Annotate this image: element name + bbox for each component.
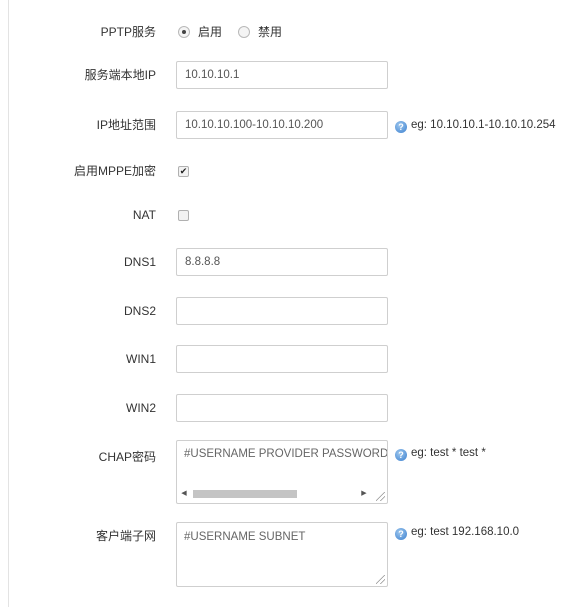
pptp-service-label: PPTP服务 bbox=[100, 25, 156, 39]
nat-label: NAT bbox=[132, 208, 156, 222]
ip-range-help: ? eg: 10.10.10.1-10.10.10.254 bbox=[395, 117, 556, 133]
ip-range-help-text: eg: 10.10.10.1-10.10.10.254 bbox=[411, 119, 556, 131]
help-icon: ? bbox=[395, 528, 407, 540]
dns1-input[interactable]: 8.8.8.8 bbox=[176, 248, 388, 276]
client-subnet-help-text: eg: test 192.168.10.0 bbox=[411, 526, 520, 538]
client-subnet-label: 客户端子网 bbox=[95, 529, 156, 543]
help-icon: ? bbox=[395, 121, 407, 133]
win1-label: WIN1 bbox=[126, 352, 156, 366]
chap-label: CHAP密码 bbox=[98, 450, 156, 464]
server-local-ip-label: 服务端本地IP bbox=[84, 68, 156, 82]
mppe-label: 启用MPPE加密 bbox=[73, 164, 156, 178]
scroll-thumb[interactable] bbox=[193, 490, 297, 498]
chap-textarea-value: #USERNAME PROVIDER PASSWORD IPADDRESS bbox=[184, 448, 388, 460]
chap-textarea[interactable]: #USERNAME PROVIDER PASSWORD IPADDRESS ◀ … bbox=[176, 440, 388, 504]
dns2-label: DNS2 bbox=[123, 304, 156, 318]
panel-left-border bbox=[8, 0, 9, 607]
chap-horizontal-scrollbar[interactable]: ◀ ▶ bbox=[177, 487, 373, 501]
resize-grip-icon[interactable] bbox=[376, 492, 385, 501]
checkmark-icon: ✔ bbox=[179, 166, 188, 176]
ip-range-label: IP地址范围 bbox=[96, 118, 156, 132]
chap-help-text: eg: test * test * bbox=[411, 447, 486, 459]
ip-range-input[interactable]: 10.10.10.100-10.10.10.200 bbox=[176, 111, 388, 139]
mppe-checkbox[interactable]: ✔ bbox=[178, 166, 189, 177]
win1-input[interactable] bbox=[176, 345, 388, 373]
win2-label: WIN2 bbox=[126, 401, 156, 415]
pptp-disable-label[interactable]: 禁用 bbox=[258, 24, 282, 40]
client-subnet-textarea[interactable]: #USERNAME SUBNET bbox=[176, 522, 388, 587]
client-subnet-help: ? eg: test 192.168.10.0 bbox=[395, 524, 519, 540]
chap-help: ? eg: test * test * bbox=[395, 445, 486, 461]
client-subnet-textarea-value: #USERNAME SUBNET bbox=[184, 531, 306, 543]
scroll-left-arrow-icon[interactable]: ◀ bbox=[179, 489, 189, 499]
pptp-enable-radio[interactable] bbox=[178, 26, 190, 38]
nat-checkbox[interactable] bbox=[178, 210, 189, 221]
resize-grip-icon[interactable] bbox=[376, 575, 385, 584]
pptp-disable-radio[interactable] bbox=[238, 26, 250, 38]
dns2-input[interactable] bbox=[176, 297, 388, 325]
server-local-ip-input[interactable]: 10.10.10.1 bbox=[176, 61, 388, 89]
scroll-right-arrow-icon[interactable]: ▶ bbox=[359, 489, 369, 499]
help-icon: ? bbox=[395, 449, 407, 461]
pptp-enable-label[interactable]: 启用 bbox=[198, 24, 222, 40]
win2-input[interactable] bbox=[176, 394, 388, 422]
dns1-label: DNS1 bbox=[123, 255, 156, 269]
